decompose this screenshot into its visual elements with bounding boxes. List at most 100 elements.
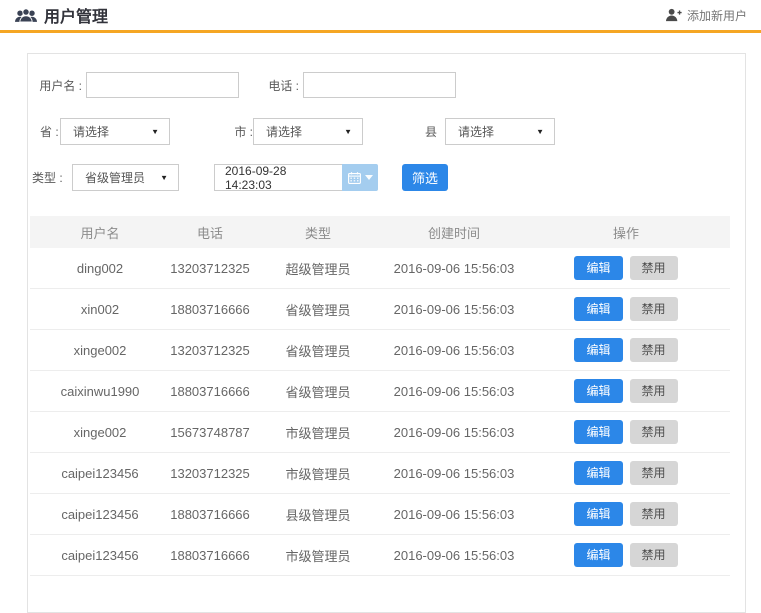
phone-input[interactable] bbox=[303, 72, 456, 98]
caret-down-icon: ▼ bbox=[536, 128, 544, 135]
table-row: xinge002 13203712325 省级管理员 2016-09-06 15… bbox=[30, 330, 730, 371]
edit-button[interactable]: 编辑 bbox=[574, 297, 622, 321]
caret-down-icon: ▼ bbox=[151, 128, 159, 135]
type-select[interactable]: 省级管理员 ▼ bbox=[72, 164, 179, 191]
edit-button[interactable]: 编辑 bbox=[574, 256, 622, 280]
table-row: caipei123456 13203712325 市级管理员 2016-09-0… bbox=[30, 453, 730, 494]
cell-phone: 18803716666 bbox=[170, 302, 250, 317]
table-row: caipei123456 18803716666 县级管理员 2016-09-0… bbox=[30, 494, 730, 535]
disable-button[interactable]: 禁用 bbox=[630, 543, 678, 567]
add-user-label: 添加新用户 bbox=[687, 7, 747, 24]
col-phone: 电话 bbox=[170, 223, 250, 242]
caret-down-icon: ▼ bbox=[344, 128, 352, 135]
filter-row-1: 用户名 : 电话 : bbox=[28, 72, 745, 98]
type-select-value: 省级管理员 bbox=[85, 169, 145, 186]
edit-button[interactable]: 编辑 bbox=[574, 543, 622, 567]
table-row: caixinwu1990 18803716666 省级管理员 2016-09-0… bbox=[30, 371, 730, 412]
cell-actions: 编辑 禁用 bbox=[522, 461, 730, 485]
cell-actions: 编辑 禁用 bbox=[522, 543, 730, 567]
cell-created: 2016-09-06 15:56:03 bbox=[386, 343, 522, 358]
cell-phone: 13203712325 bbox=[170, 261, 250, 276]
cell-created: 2016-09-06 15:56:03 bbox=[386, 548, 522, 563]
edit-button[interactable]: 编辑 bbox=[574, 461, 622, 485]
datetime-input[interactable]: 2016-09-28 14:23:03 bbox=[214, 164, 342, 191]
filter-row-3: 类型 : 省级管理员 ▼ 2016-09-28 14:23:03 bbox=[28, 164, 745, 191]
cell-created: 2016-09-06 15:56:03 bbox=[386, 425, 522, 440]
table-row: xin002 18803716666 省级管理员 2016-09-06 15:5… bbox=[30, 289, 730, 330]
cell-phone: 15673748787 bbox=[170, 425, 250, 440]
col-actions: 操作 bbox=[522, 223, 730, 242]
province-select[interactable]: 请选择 ▼ bbox=[60, 118, 170, 145]
disable-button[interactable]: 禁用 bbox=[630, 461, 678, 485]
caret-down-icon: ▼ bbox=[160, 174, 168, 181]
cell-type: 县级管理员 bbox=[250, 505, 386, 524]
cell-phone: 18803716666 bbox=[170, 548, 250, 563]
county-select[interactable]: 请选择 ▼ bbox=[445, 118, 555, 145]
table-header: 用户名 电话 类型 创建时间 操作 bbox=[30, 216, 730, 248]
table-row: caipei123456 18803716666 市级管理员 2016-09-0… bbox=[30, 535, 730, 576]
cell-created: 2016-09-06 15:56:03 bbox=[386, 261, 522, 276]
province-label: 省 : bbox=[40, 123, 58, 140]
city-select-value: 请选择 bbox=[266, 123, 302, 140]
cell-username: caipei123456 bbox=[30, 548, 170, 563]
calendar-button[interactable] bbox=[342, 164, 378, 191]
filter-row-2: 省 : 请选择 ▼ 市 : 请选择 ▼ 县 请选择 ▼ bbox=[28, 118, 745, 145]
cell-created: 2016-09-06 15:56:03 bbox=[386, 302, 522, 317]
caret-down-icon bbox=[365, 175, 373, 180]
page-header: 用户管理 添加新用户 bbox=[0, 0, 761, 33]
edit-button[interactable]: 编辑 bbox=[574, 379, 622, 403]
main-panel: 用户名 : 电话 : 省 : 请选择 ▼ 市 : 请选择 ▼ 县 请选择 ▼ 类… bbox=[27, 53, 746, 613]
disable-button[interactable]: 禁用 bbox=[630, 420, 678, 444]
cell-username: caixinwu1990 bbox=[30, 384, 170, 399]
username-label: 用户名 : bbox=[38, 77, 82, 94]
table-row: ding002 13203712325 超级管理员 2016-09-06 15:… bbox=[30, 248, 730, 289]
province-select-value: 请选择 bbox=[73, 123, 109, 140]
cell-phone: 13203712325 bbox=[170, 343, 250, 358]
disable-button[interactable]: 禁用 bbox=[630, 256, 678, 280]
cell-username: xin002 bbox=[30, 302, 170, 317]
cell-username: ding002 bbox=[30, 261, 170, 276]
add-user-button[interactable]: 添加新用户 bbox=[666, 7, 747, 24]
col-created: 创建时间 bbox=[386, 223, 522, 242]
users-table: 用户名 电话 类型 创建时间 操作 ding002 13203712325 超级… bbox=[30, 216, 730, 576]
cell-created: 2016-09-06 15:56:03 bbox=[386, 466, 522, 481]
username-input[interactable] bbox=[86, 72, 239, 98]
cell-type: 市级管理员 bbox=[250, 423, 386, 442]
city-select[interactable]: 请选择 ▼ bbox=[253, 118, 363, 145]
cell-username: xinge002 bbox=[30, 425, 170, 440]
cell-phone: 18803716666 bbox=[170, 507, 250, 522]
disable-button[interactable]: 禁用 bbox=[630, 297, 678, 321]
cell-actions: 编辑 禁用 bbox=[522, 502, 730, 526]
county-label: 县 bbox=[425, 123, 437, 140]
cell-created: 2016-09-06 15:56:03 bbox=[386, 507, 522, 522]
edit-button[interactable]: 编辑 bbox=[574, 502, 622, 526]
cell-actions: 编辑 禁用 bbox=[522, 338, 730, 362]
table-row: xinge002 15673748787 市级管理员 2016-09-06 15… bbox=[30, 412, 730, 453]
cell-type: 市级管理员 bbox=[250, 546, 386, 565]
disable-button[interactable]: 禁用 bbox=[630, 502, 678, 526]
filter-button[interactable]: 筛选 bbox=[402, 164, 448, 191]
cell-phone: 18803716666 bbox=[170, 384, 250, 399]
type-label: 类型 : bbox=[32, 169, 62, 186]
cell-actions: 编辑 禁用 bbox=[522, 256, 730, 280]
cell-actions: 编辑 禁用 bbox=[522, 420, 730, 444]
cell-type: 省级管理员 bbox=[250, 382, 386, 401]
city-label: 市 : bbox=[227, 123, 253, 140]
add-user-icon bbox=[666, 8, 682, 22]
cell-type: 省级管理员 bbox=[250, 341, 386, 360]
title-wrap: 用户管理 bbox=[15, 3, 108, 27]
table-body: ding002 13203712325 超级管理员 2016-09-06 15:… bbox=[30, 248, 730, 576]
disable-button[interactable]: 禁用 bbox=[630, 338, 678, 362]
county-select-value: 请选择 bbox=[458, 123, 494, 140]
cell-actions: 编辑 禁用 bbox=[522, 379, 730, 403]
cell-username: caipei123456 bbox=[30, 507, 170, 522]
edit-button[interactable]: 编辑 bbox=[574, 420, 622, 444]
cell-type: 市级管理员 bbox=[250, 464, 386, 483]
users-icon bbox=[15, 8, 37, 23]
edit-button[interactable]: 编辑 bbox=[574, 338, 622, 362]
cell-type: 省级管理员 bbox=[250, 300, 386, 319]
calendar-icon bbox=[348, 172, 361, 184]
disable-button[interactable]: 禁用 bbox=[630, 379, 678, 403]
col-type: 类型 bbox=[250, 223, 386, 242]
cell-phone: 13203712325 bbox=[170, 466, 250, 481]
